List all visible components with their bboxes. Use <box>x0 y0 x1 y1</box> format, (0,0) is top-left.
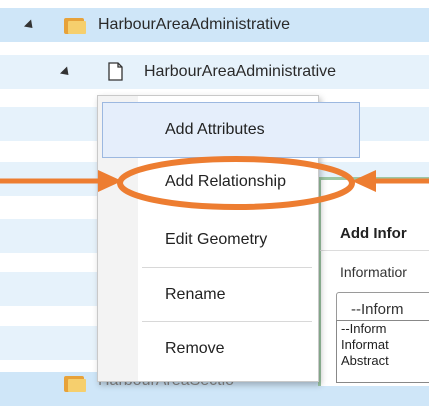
annotation-overlay <box>0 156 429 210</box>
highlight-ellipse <box>117 156 355 210</box>
arrow-left-head <box>98 170 122 192</box>
arrow-right-head <box>352 170 376 192</box>
